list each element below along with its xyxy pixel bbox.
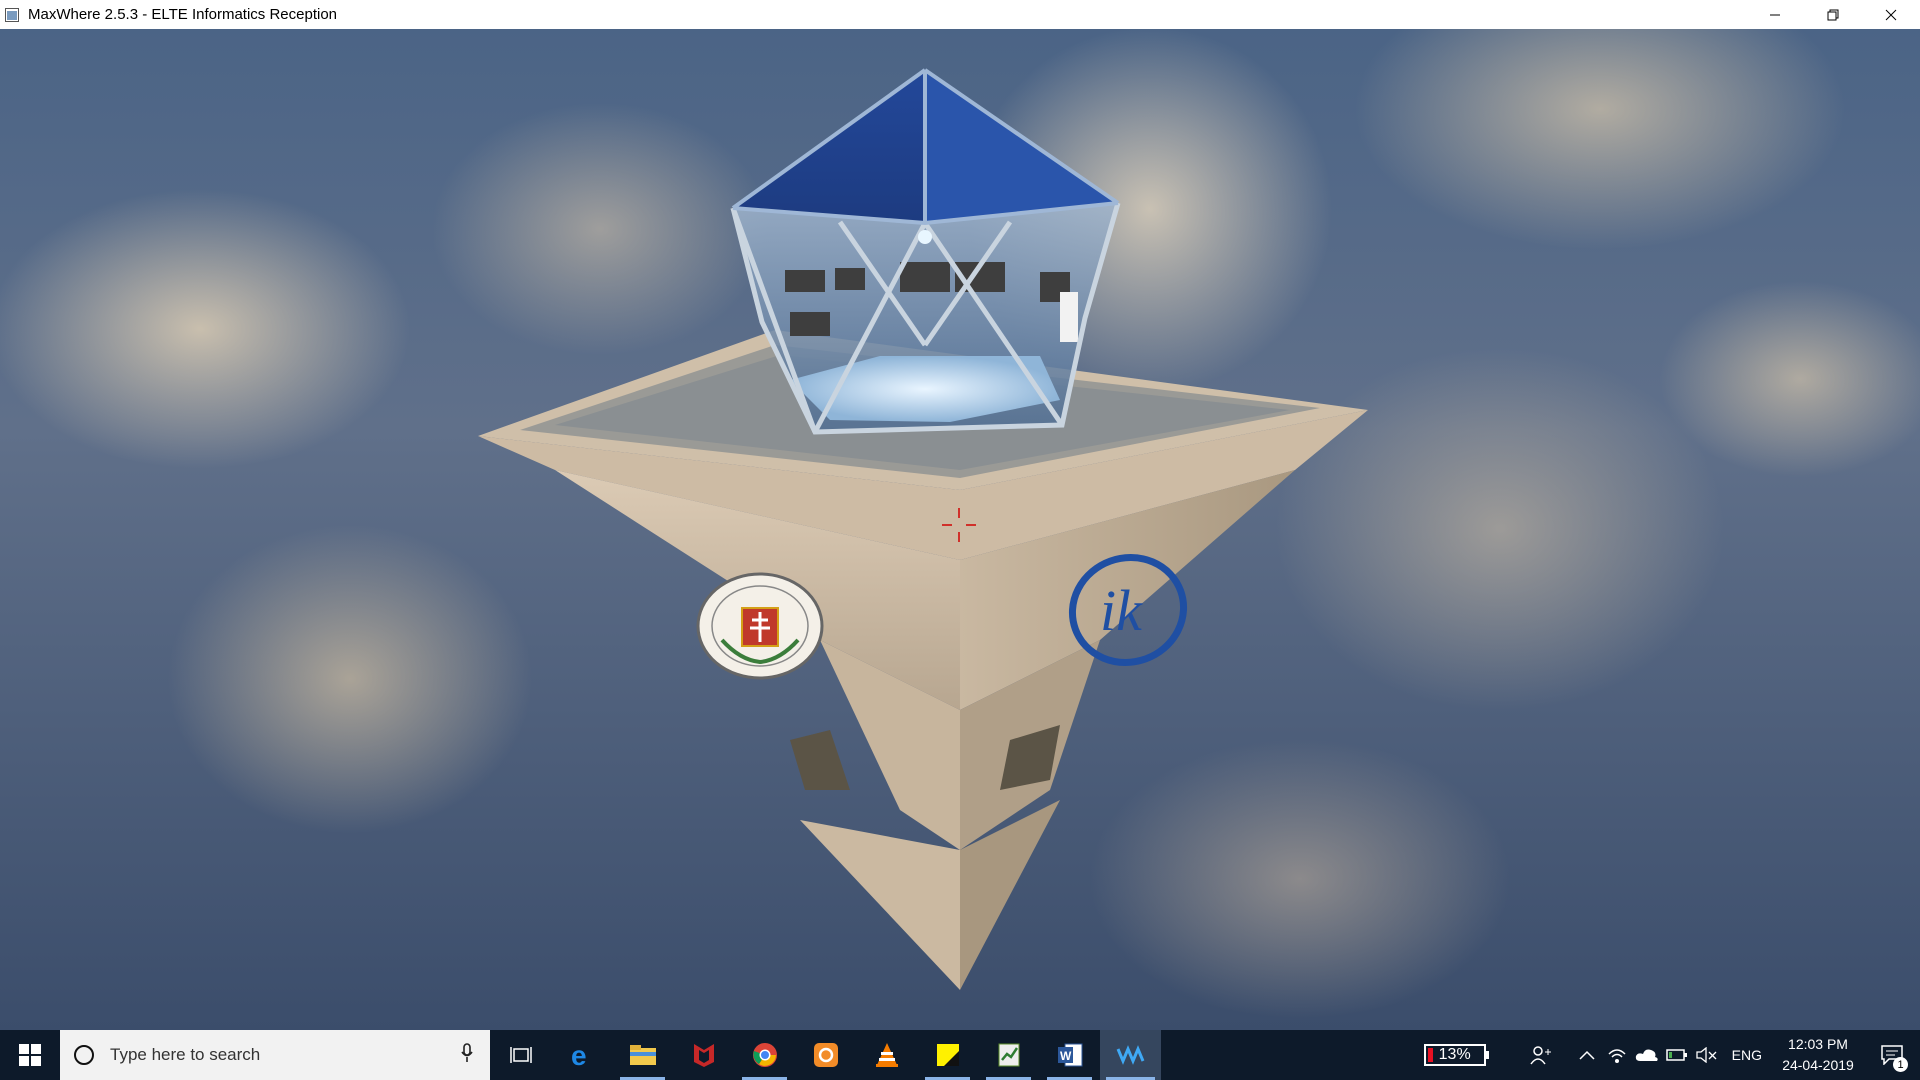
app-icon <box>4 7 20 23</box>
taskbar-search-box[interactable]: Type here to search <box>60 1030 490 1080</box>
title-bar: MaxWhere 2.5.3 - ELTE Informatics Recept… <box>0 0 1920 29</box>
vlc-icon[interactable] <box>856 1030 917 1080</box>
microphone-icon[interactable] <box>460 1042 474 1068</box>
university-seal-emblem <box>696 572 824 680</box>
maxwhere-icon[interactable] <box>1100 1030 1161 1080</box>
battery-icon[interactable] <box>1662 1030 1692 1080</box>
volume-muted-icon[interactable] <box>1692 1030 1722 1080</box>
battery-meter-widget[interactable]: 13% <box>1423 1044 1489 1066</box>
system-clock[interactable]: 12:03 PM 24-04-2019 <box>1772 1034 1864 1076</box>
word-icon[interactable]: W <box>1039 1030 1100 1080</box>
svg-text:W: W <box>1060 1049 1072 1063</box>
windows-logo-icon <box>19 1044 41 1066</box>
green-app-icon[interactable] <box>978 1030 1039 1080</box>
action-center-button[interactable]: 1 <box>1864 1030 1920 1080</box>
chevron-up-icon[interactable] <box>1572 1030 1602 1080</box>
minimize-button[interactable] <box>1746 0 1804 29</box>
clock-date: 24-04-2019 <box>1782 1057 1854 1073</box>
restore-icon <box>1827 9 1839 20</box>
wifi-icon[interactable] <box>1602 1030 1632 1080</box>
people-icon[interactable] <box>1526 1030 1556 1080</box>
svg-text:e: e <box>571 1042 587 1068</box>
taskbar: Type here to search e W 13% ENG 12:03 PM… <box>0 1030 1920 1080</box>
orange-app-icon[interactable] <box>795 1030 856 1080</box>
glass-pavilion[interactable] <box>730 68 1121 435</box>
cortana-icon <box>74 1045 94 1065</box>
search-placeholder: Type here to search <box>110 1045 261 1064</box>
edge-icon[interactable]: e <box>551 1030 612 1080</box>
battery-percent: 13% <box>1438 1046 1471 1063</box>
chrome-icon[interactable] <box>734 1030 795 1080</box>
window-title: MaxWhere 2.5.3 - ELTE Informatics Recept… <box>28 6 338 23</box>
task-view-icon[interactable] <box>490 1030 551 1080</box>
3d-viewport[interactable]: ik <box>0 29 1920 1030</box>
close-icon <box>1885 9 1897 20</box>
input-language[interactable]: ENG <box>1732 1047 1762 1063</box>
close-button[interactable] <box>1862 0 1920 29</box>
minimize-icon <box>1770 14 1780 15</box>
restore-button[interactable] <box>1804 0 1862 29</box>
file-explorer-icon[interactable] <box>612 1030 673 1080</box>
clock-time: 12:03 PM <box>1788 1036 1848 1052</box>
mcafee-icon[interactable] <box>673 1030 734 1080</box>
svg-text:ik: ik <box>1100 578 1143 643</box>
sticky-notes-icon[interactable] <box>917 1030 978 1080</box>
start-button[interactable] <box>0 1030 60 1080</box>
notification-badge: 1 <box>1893 1057 1908 1072</box>
onedrive-icon[interactable] <box>1632 1030 1662 1080</box>
